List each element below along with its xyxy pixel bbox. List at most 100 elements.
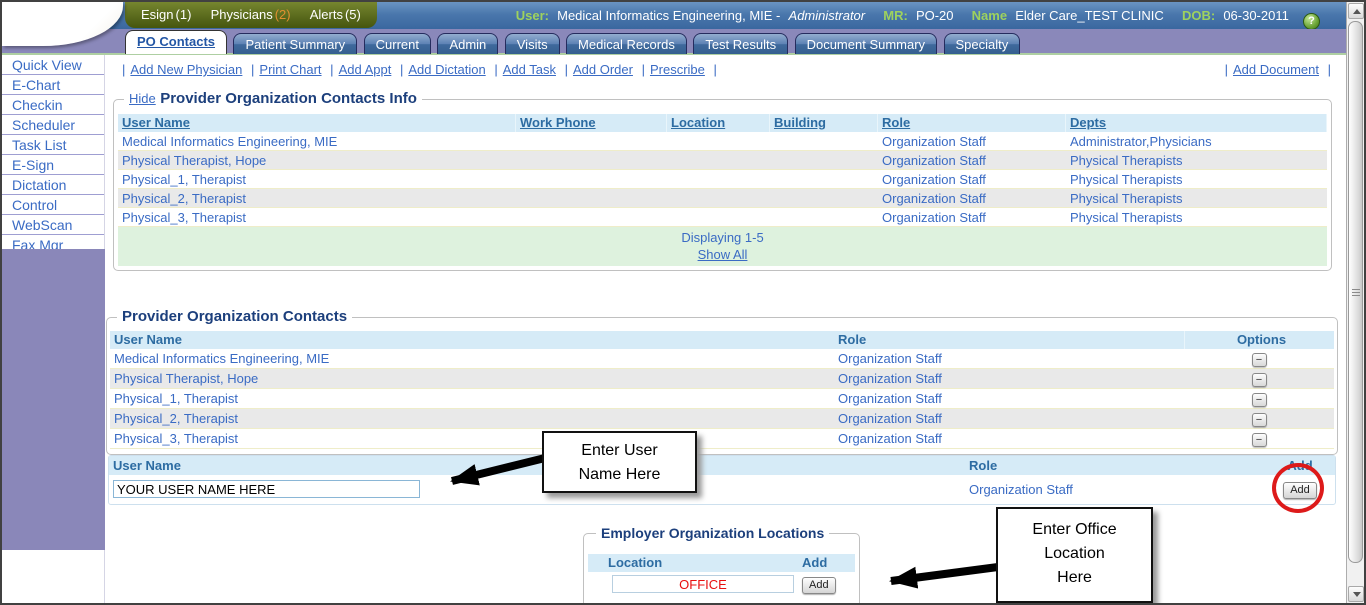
notification-bar: Esign(1) Physicians(2) Alerts(5): [125, 2, 377, 28]
pagination-footer: Displaying 1-5 Show All: [118, 227, 1327, 266]
user-name-input[interactable]: [113, 480, 420, 498]
sidebar-item-scheduler[interactable]: Scheduler: [2, 115, 104, 135]
sidebar-item-e-sign[interactable]: E-Sign: [2, 155, 104, 175]
add-task-link[interactable]: Add Task: [503, 62, 556, 77]
tab-visits[interactable]: Visits: [505, 33, 560, 54]
print-chart-link[interactable]: Print Chart: [259, 62, 321, 77]
remove-contact-button[interactable]: −: [1252, 353, 1267, 367]
po-contacts-header-row: User Name Role Options: [110, 331, 1334, 349]
sidebar-item-quick-view[interactable]: Quick View: [2, 55, 104, 75]
col-user-name: User Name: [109, 456, 965, 475]
tab-test-results[interactable]: Test Results: [693, 33, 788, 54]
office-note-arrow: [891, 567, 998, 581]
cell-role: Organization Staff: [834, 409, 1184, 429]
add-order-link[interactable]: Add Order: [573, 62, 633, 77]
col-user-name[interactable]: User Name: [118, 114, 516, 132]
cell-role: Organization Staff: [834, 429, 1184, 449]
table-row[interactable]: Physical_2, Therapist Organization Staff…: [110, 409, 1334, 429]
table-row[interactable]: Physical_1, Therapist Organization Staff…: [118, 170, 1327, 189]
table-row[interactable]: Physical Therapist, Hope Organization St…: [110, 369, 1334, 389]
col-building[interactable]: Building: [770, 114, 878, 132]
action-link-bar: |Add New Physician |Print Chart |Add App…: [117, 62, 722, 77]
add-location-button[interactable]: Add: [802, 577, 836, 594]
note-line: Location: [998, 542, 1151, 566]
cell-role: Organization Staff: [878, 189, 1066, 208]
physicians-notification[interactable]: Physicians(2): [211, 7, 291, 22]
show-all-link[interactable]: Show All: [698, 247, 748, 262]
vertical-scrollbar[interactable]: [1346, 2, 1364, 603]
sidebar-item-control[interactable]: Control: [2, 195, 104, 215]
tab-admin[interactable]: Admin: [437, 33, 498, 54]
contacts-info-table: User Name Work Phone Location Building R…: [118, 114, 1327, 266]
scroll-down-button[interactable]: [1348, 586, 1364, 602]
add-contact-header-row: User Name Role Add: [109, 456, 1335, 475]
col-options: Options: [1184, 331, 1334, 349]
table-row[interactable]: Medical Informatics Engineering, MIE Org…: [118, 132, 1327, 151]
cell-user-name: Physical_1, Therapist: [118, 170, 516, 189]
sidebar-item-task-list[interactable]: Task List: [2, 135, 104, 155]
note-line: Name Here: [544, 463, 695, 487]
cell-user-name: Medical Informatics Engineering, MIE: [118, 132, 516, 151]
cell-location: [667, 151, 770, 170]
remove-contact-button[interactable]: −: [1252, 373, 1267, 387]
col-work-phone[interactable]: Work Phone: [516, 114, 667, 132]
role-value: Organization Staff: [965, 482, 1265, 497]
cell-depts: Physical Therapists: [1066, 208, 1327, 227]
add-contact-input-row: Organization Staff Add: [109, 475, 1335, 504]
displaying-text: Displaying 1-5: [118, 229, 1327, 246]
table-row[interactable]: Medical Informatics Engineering, MIE Org…: [110, 349, 1334, 369]
add-new-physician-link[interactable]: Add New Physician: [130, 62, 242, 77]
tab-document-summary[interactable]: Document Summary: [795, 33, 937, 54]
add-button-highlight-circle: [1272, 463, 1324, 513]
po-contacts-section: Provider Organization Contacts User Name…: [106, 317, 1338, 455]
table-row[interactable]: Physical Therapist, Hope Organization St…: [118, 151, 1327, 170]
sidebar-item-webscan[interactable]: WebScan: [2, 215, 104, 235]
cell-role: Organization Staff: [878, 132, 1066, 151]
location-input[interactable]: [612, 575, 794, 593]
remove-contact-button[interactable]: −: [1252, 413, 1267, 427]
office-note-annotation: Enter Office Location Here: [996, 507, 1153, 603]
scroll-up-button[interactable]: [1348, 3, 1364, 19]
add-appt-link[interactable]: Add Appt: [339, 62, 392, 77]
esign-notification[interactable]: Esign(1): [141, 7, 191, 22]
table-row[interactable]: Physical_2, Therapist Organization Staff…: [118, 189, 1327, 208]
hide-link[interactable]: Hide: [129, 91, 156, 106]
physicians-count: (2): [275, 7, 291, 22]
remove-contact-button[interactable]: −: [1252, 433, 1267, 447]
cell-role: Organization Staff: [878, 208, 1066, 227]
scrollbar-thumb[interactable]: [1348, 21, 1363, 563]
alerts-notification[interactable]: Alerts(5): [310, 7, 361, 22]
tab-medical-records[interactable]: Medical Records: [566, 33, 687, 54]
cell-role: Organization Staff: [878, 170, 1066, 189]
sidebar-item-e-chart[interactable]: E-Chart: [2, 75, 104, 95]
tab-current[interactable]: Current: [364, 33, 431, 54]
sidebar-item-dictation[interactable]: Dictation: [2, 175, 104, 195]
tab-specialty[interactable]: Specialty: [944, 33, 1021, 54]
user-value: Medical Informatics Engineering, MIE -: [557, 8, 780, 23]
sidebar-background-panel: [2, 249, 105, 550]
col-location[interactable]: Location: [667, 114, 770, 132]
table-row[interactable]: Physical_3, Therapist Organization Staff…: [118, 208, 1327, 227]
cell-depts: Physical Therapists: [1066, 170, 1327, 189]
table-row[interactable]: Physical_3, Therapist Organization Staff…: [110, 429, 1334, 449]
tab-po-contacts[interactable]: PO Contacts: [125, 30, 227, 54]
cell-building: [770, 132, 878, 151]
separator: |: [122, 62, 125, 77]
help-icon[interactable]: ?: [1303, 13, 1320, 30]
col-role[interactable]: Role: [878, 114, 1066, 132]
add-document-link[interactable]: Add Document: [1233, 62, 1319, 77]
add-dictation-link[interactable]: Add Dictation: [408, 62, 485, 77]
prescribe-link[interactable]: Prescribe: [650, 62, 705, 77]
mr-value: PO-20: [916, 8, 954, 23]
sidebar-item-checkin[interactable]: Checkin: [2, 95, 104, 115]
contacts-info-section: Hide Provider Organization Contacts Info…: [113, 99, 1332, 271]
note-line: Enter User: [544, 439, 695, 463]
cell-location: [667, 189, 770, 208]
alerts-count: (5): [345, 7, 361, 22]
col-depts[interactable]: Depts: [1066, 114, 1327, 132]
dob-label: DOB:: [1182, 8, 1215, 23]
table-row[interactable]: Physical_1, Therapist Organization Staff…: [110, 389, 1334, 409]
tab-patient-summary[interactable]: Patient Summary: [233, 33, 357, 54]
remove-contact-button[interactable]: −: [1252, 393, 1267, 407]
cell-work-phone: [516, 151, 667, 170]
